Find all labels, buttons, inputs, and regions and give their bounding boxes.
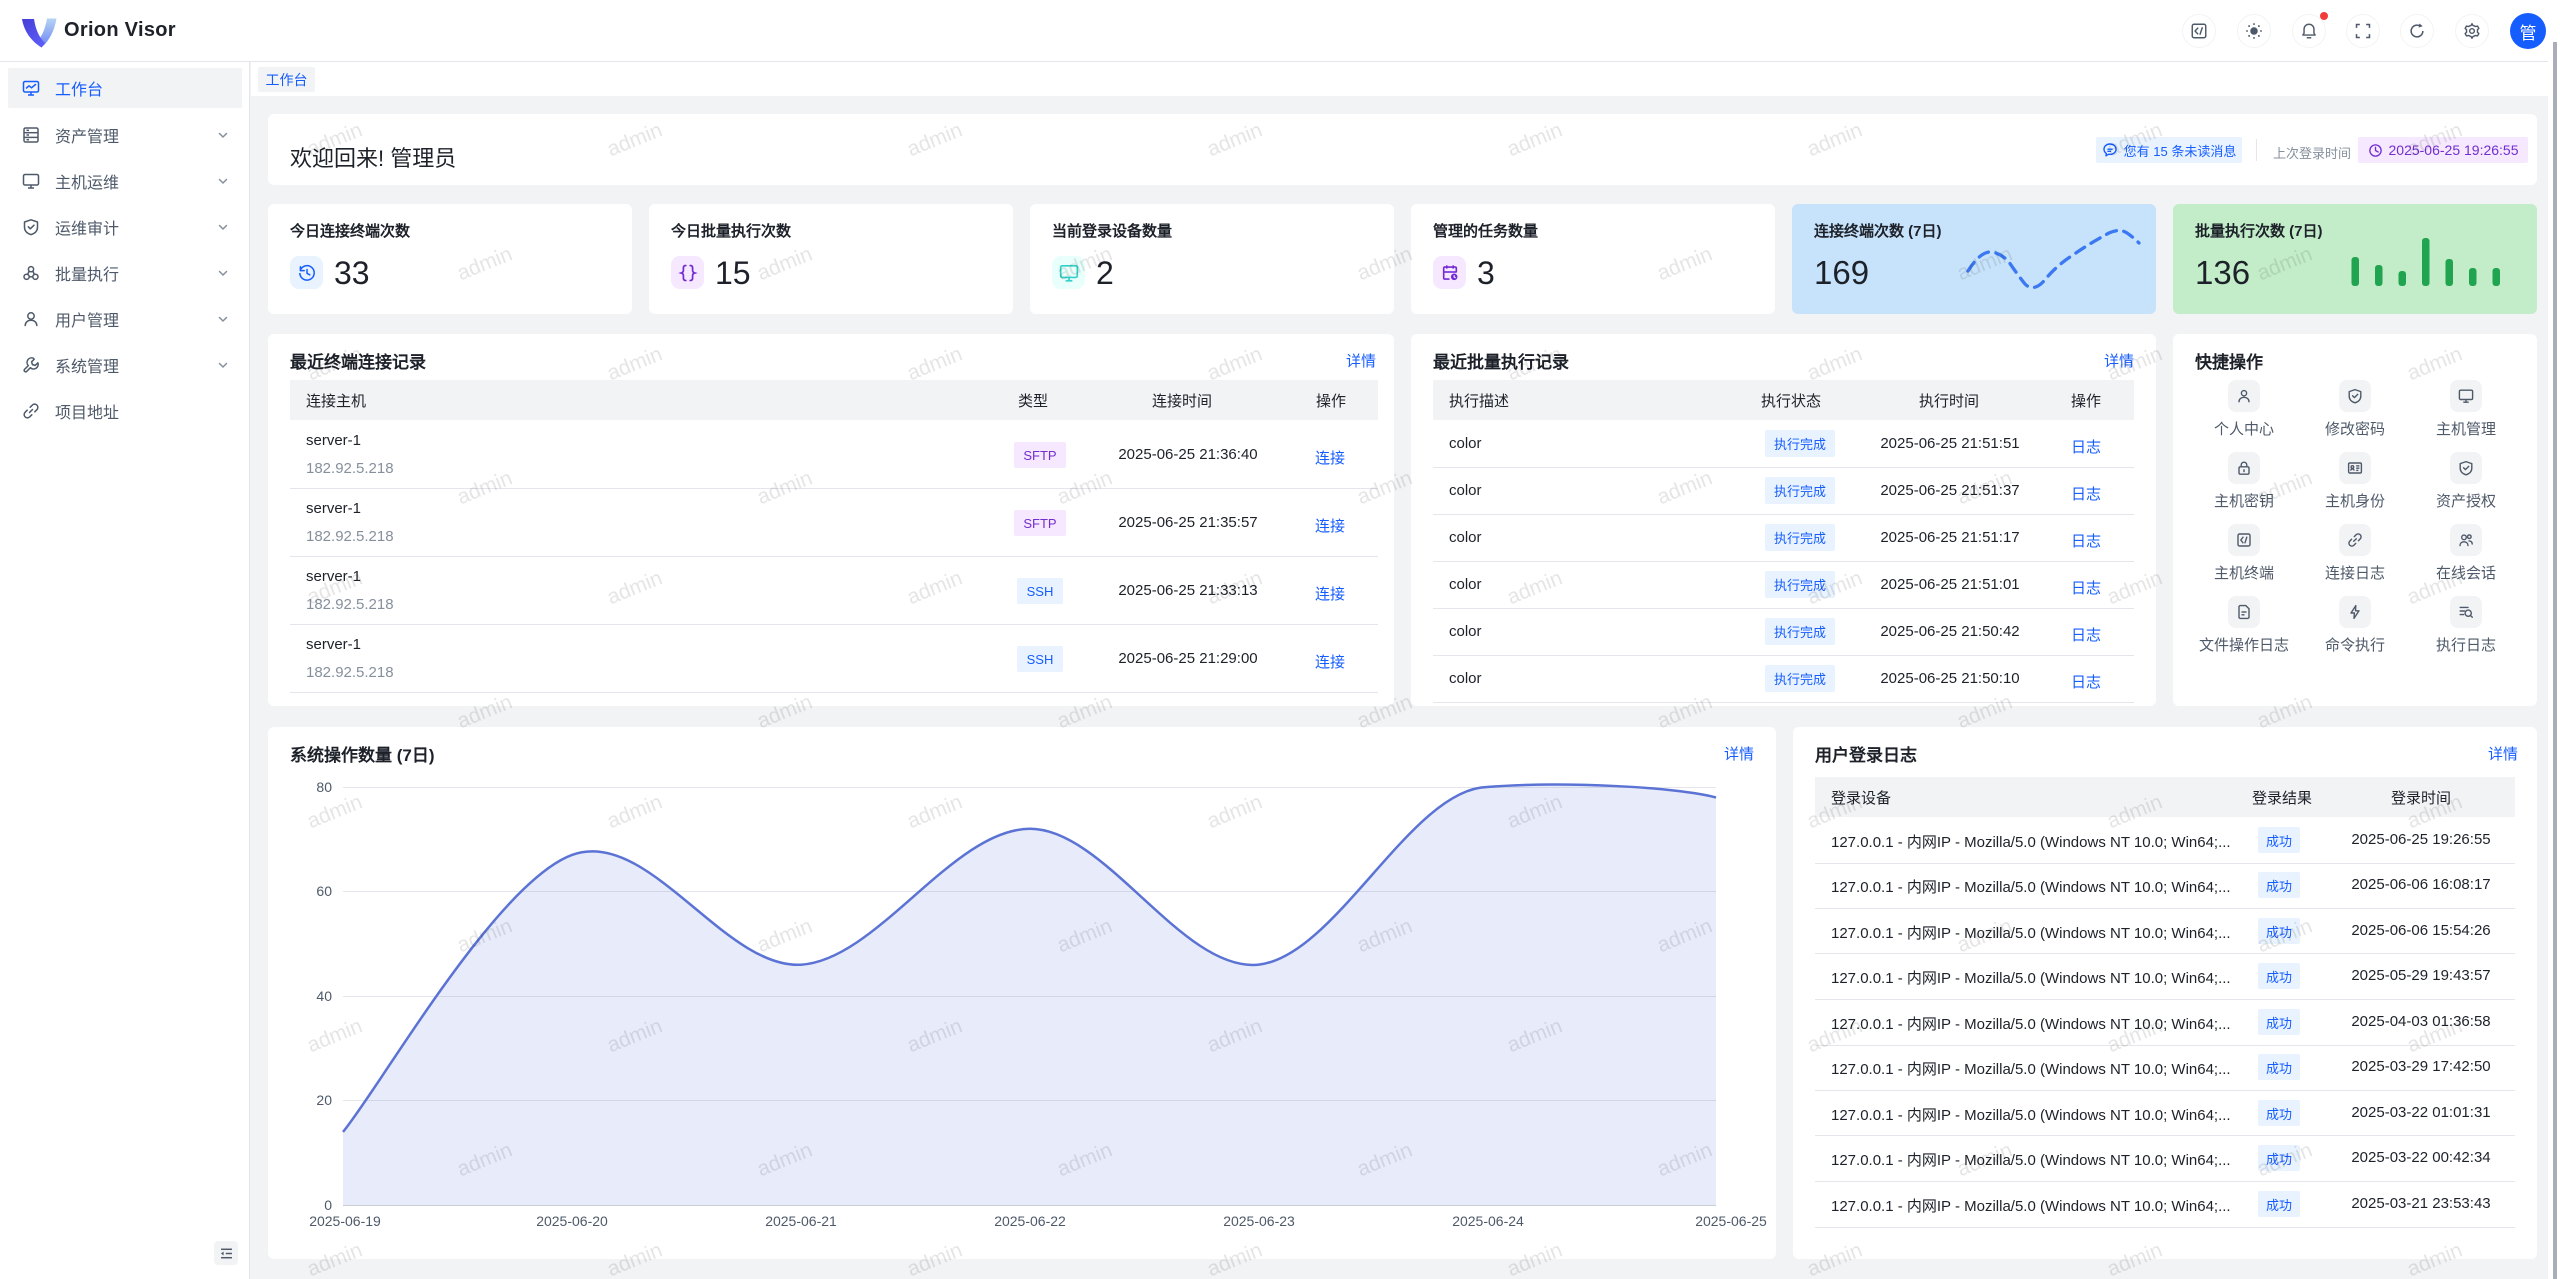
svg-text:2025-06-21: 2025-06-21	[765, 1213, 837, 1229]
svg-text:2025-06-20: 2025-06-20	[536, 1213, 608, 1229]
svg-text:80: 80	[316, 779, 332, 795]
svg-text:40: 40	[316, 988, 332, 1004]
svg-text:2025-06-22: 2025-06-22	[994, 1213, 1066, 1229]
svg-text:2025-06-24: 2025-06-24	[1452, 1213, 1524, 1229]
svg-text:2025-06-19: 2025-06-19	[309, 1213, 381, 1229]
svg-text:2025-06-25: 2025-06-25	[1695, 1213, 1767, 1229]
svg-text:0: 0	[324, 1197, 332, 1213]
svg-text:2025-06-23: 2025-06-23	[1223, 1213, 1295, 1229]
svg-text:60: 60	[316, 883, 332, 899]
svg-text:20: 20	[316, 1092, 332, 1108]
